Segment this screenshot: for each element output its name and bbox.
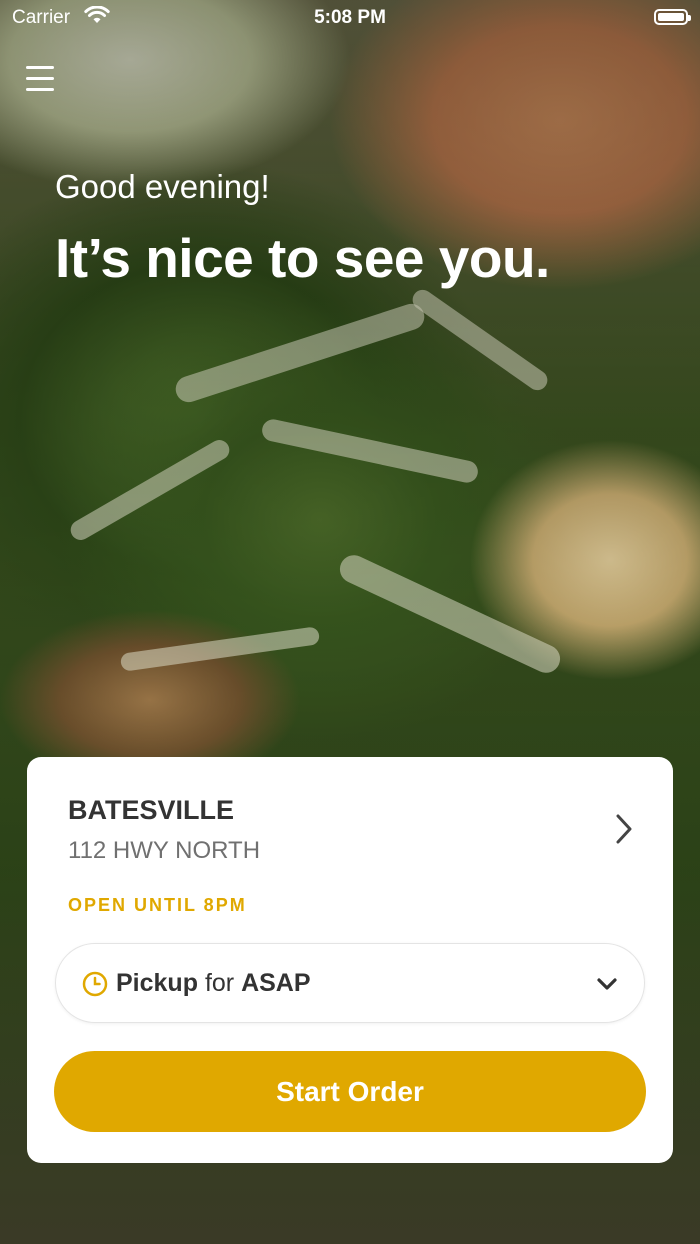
- start-order-button[interactable]: Start Order: [54, 1051, 646, 1132]
- menu-icon[interactable]: [26, 66, 56, 94]
- order-mode-selector[interactable]: Pickup for ASAP: [55, 943, 645, 1023]
- battery-icon: [654, 9, 691, 25]
- order-card: BATESVILLE 112 HWY NORTH OPEN UNTIL 8PM …: [27, 757, 673, 1163]
- order-time: ASAP: [241, 969, 311, 997]
- location-name: BATESVILLE: [68, 795, 235, 825]
- order-mode-text: Pickup for ASAP: [116, 969, 311, 998]
- location-selector[interactable]: BATESVILLE 112 HWY NORTH: [68, 795, 638, 875]
- greeting-text: Good evening!: [55, 168, 270, 205]
- order-connector: for: [204, 969, 235, 997]
- chevron-down-icon: [596, 976, 618, 997]
- clock-icon: [82, 971, 108, 1002]
- location-address: 112 HWY NORTH: [68, 837, 261, 864]
- status-time: 5:08 PM: [314, 7, 386, 28]
- status-bar: Carrier 5:08 PM: [0, 0, 700, 36]
- chevron-right-icon: [610, 809, 638, 849]
- headline-text: It’s nice to see you.: [55, 227, 550, 289]
- order-method: Pickup: [116, 969, 198, 997]
- store-hours: OPEN UNTIL 8PM: [68, 895, 247, 915]
